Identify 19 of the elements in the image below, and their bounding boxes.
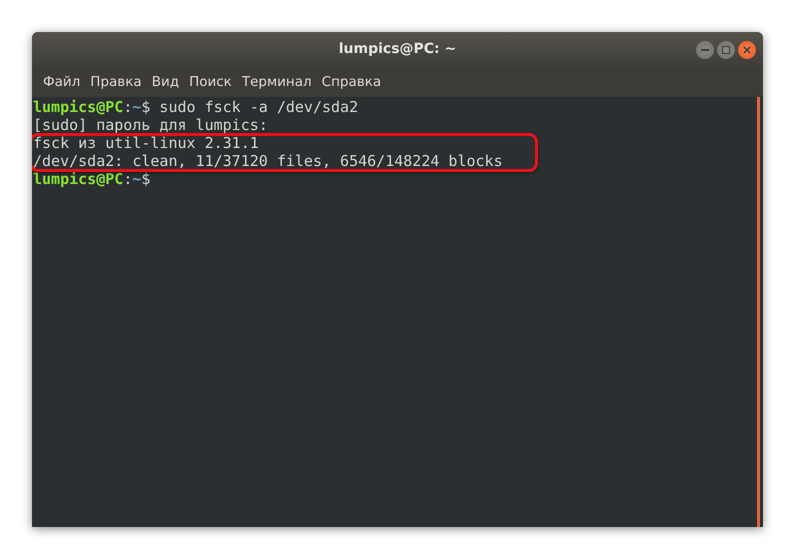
prompt-line: lumpics@PC:~$ sudo fsck -a /dev/sda2: [33, 98, 358, 116]
menu-item[interactable]: Терминал: [236, 74, 317, 90]
output-line: fsck из util-linux 2.31.1: [33, 134, 259, 152]
maximize-button[interactable]: [717, 41, 735, 59]
close-icon: [743, 46, 751, 54]
window-title: lumpics@PC: ~: [338, 41, 456, 57]
close-button[interactable]: [738, 41, 756, 59]
menu-item[interactable]: Файл: [38, 74, 86, 90]
menu-item[interactable]: Вид: [146, 74, 184, 90]
output-line: /dev/sda2: clean, 11/37120 files, 6546/148224 blocks: [33, 152, 503, 170]
output-line: [sudo] пароль для lumpics:: [33, 116, 268, 134]
minimize-icon: [701, 49, 709, 51]
maximize-icon: [722, 46, 730, 54]
menu-item[interactable]: Правка: [85, 74, 147, 90]
scrollbar[interactable]: [757, 97, 760, 527]
menu-item[interactable]: Поиск: [184, 74, 237, 90]
prompt-line: lumpics@PC:~$: [33, 170, 150, 188]
minimize-button[interactable]: [696, 41, 714, 59]
menu-item[interactable]: Справка: [316, 74, 386, 90]
